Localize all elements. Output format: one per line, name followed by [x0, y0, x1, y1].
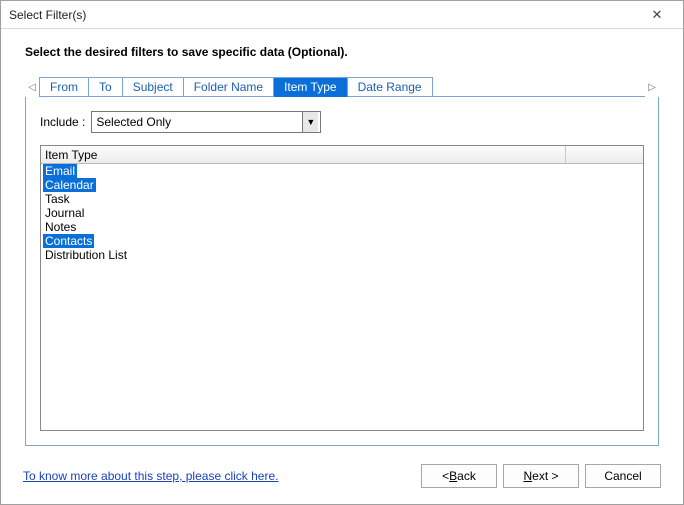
list-item-label: Distribution List [43, 248, 129, 262]
tab-date-range[interactable]: Date Range [348, 78, 433, 97]
tab-scroll-left-icon[interactable]: ◁ [25, 77, 39, 97]
list-body[interactable]: EmailCalendarTaskJournalNotesContactsDis… [41, 164, 643, 430]
tab-subject[interactable]: Subject [123, 78, 184, 97]
footer: To know more about this step, please cli… [1, 454, 683, 504]
titlebar: Select Filter(s) ✕ [1, 1, 683, 29]
list-item-label: Journal [43, 206, 86, 220]
cancel-button[interactable]: Cancel [585, 464, 661, 488]
list-item[interactable]: Email [41, 164, 643, 178]
list-item-label: Email [43, 164, 77, 178]
tab-item-type[interactable]: Item Type [274, 78, 347, 97]
next-button[interactable]: Next > [503, 464, 579, 488]
tab-fill [433, 77, 645, 97]
include-value: Selected Only [94, 115, 302, 129]
list-item-label: Notes [43, 220, 78, 234]
back-button[interactable]: < Back [421, 464, 497, 488]
tab-panel-item-type: Include : Selected Only ▼ Item Type Emai… [25, 97, 659, 446]
help-link[interactable]: To know more about this step, please cli… [23, 469, 278, 483]
close-icon[interactable]: ✕ [639, 1, 675, 28]
list-item[interactable]: Distribution List [41, 248, 643, 262]
instruction-text: Select the desired filters to save speci… [25, 45, 659, 59]
window-title: Select Filter(s) [9, 8, 86, 22]
tabs: FromToSubjectFolder NameItem TypeDate Ra… [39, 77, 433, 97]
tab-folder-name[interactable]: Folder Name [184, 78, 274, 97]
tab-from[interactable]: From [40, 78, 89, 97]
list-item[interactable]: Notes [41, 220, 643, 234]
list-header: Item Type [41, 146, 643, 164]
dialog-body: Select the desired filters to save speci… [1, 29, 683, 454]
include-dropdown[interactable]: Selected Only ▼ [91, 111, 321, 133]
item-type-list: Item Type EmailCalendarTaskJournalNotesC… [40, 145, 644, 431]
tab-to[interactable]: To [89, 78, 123, 97]
list-item[interactable]: Task [41, 192, 643, 206]
tab-scroll-right-icon[interactable]: ▷ [645, 77, 659, 97]
dialog-window: Select Filter(s) ✕ Select the desired fi… [0, 0, 684, 505]
list-item-label: Calendar [43, 178, 96, 192]
list-item-label: Task [43, 192, 72, 206]
column-header-item-type[interactable]: Item Type [41, 146, 566, 163]
column-header-blank[interactable] [566, 146, 643, 163]
tab-strip: ◁ FromToSubjectFolder NameItem TypeDate … [25, 77, 659, 97]
include-row: Include : Selected Only ▼ [40, 111, 644, 133]
list-item[interactable]: Contacts [41, 234, 643, 248]
list-item-label: Contacts [43, 234, 94, 248]
list-item[interactable]: Calendar [41, 178, 643, 192]
include-label: Include : [40, 115, 85, 129]
list-item[interactable]: Journal [41, 206, 643, 220]
chevron-down-icon: ▼ [302, 112, 318, 132]
